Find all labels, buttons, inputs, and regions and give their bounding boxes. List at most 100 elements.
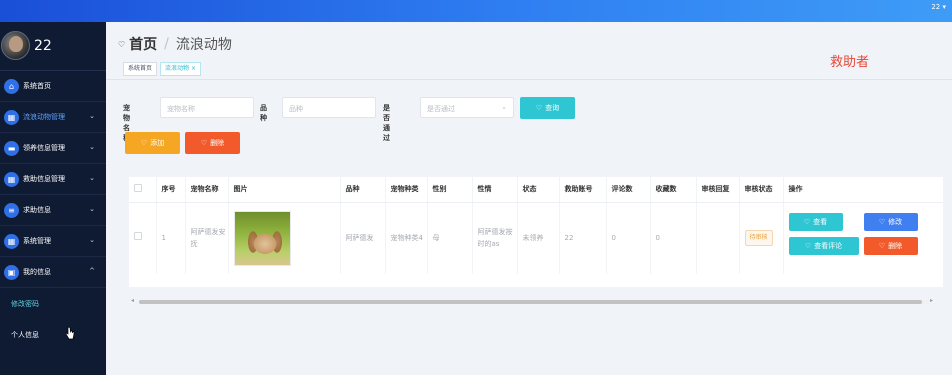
breed-label: 品种 <box>260 104 267 122</box>
avatar[interactable] <box>1 31 30 60</box>
sidebar-item-label: 救助信息管理 <box>23 175 65 183</box>
cell-gender: 母 <box>427 202 473 274</box>
cell-reply <box>696 202 740 274</box>
breed-input[interactable]: 品种 <box>282 97 376 118</box>
sidebar-subitem[interactable]: 修改密码 <box>0 288 106 319</box>
sidebar-item[interactable]: ≡ 求助信息 ⌄ <box>0 195 106 226</box>
divider <box>106 79 952 80</box>
scrollbar-thumb[interactable] <box>139 300 922 304</box>
sidebar-subitem[interactable]: 个人信息 <box>0 319 106 350</box>
search-button[interactable]: ♡ 查询 <box>520 97 575 119</box>
column-header: 性别 <box>427 177 473 203</box>
close-icon[interactable]: × <box>191 65 196 72</box>
delete-button-label: 删除 <box>210 139 225 147</box>
column-header: 审核状态 <box>739 177 784 203</box>
role-label: 救助者 <box>830 55 870 70</box>
heart-icon: ♡ <box>878 218 886 227</box>
ticket-icon: ▬ <box>4 140 19 156</box>
tab-stray-animals[interactable]: 流浪动物 × <box>160 62 202 76</box>
delete-button[interactable]: ♡ 删除 <box>185 132 240 154</box>
chevron-down-icon: ⌄ <box>89 174 95 182</box>
heart-icon: ♡ <box>140 139 148 147</box>
edit-button[interactable]: ♡ 修改 <box>863 213 918 232</box>
column-header: 评论数 <box>606 177 651 203</box>
sidebar-item-label: 我的信息 <box>23 268 51 276</box>
sidebar-header: 22 <box>0 22 106 71</box>
tab-home[interactable]: 系统首页 <box>123 62 158 76</box>
sidebar-item-label: 系统管理 <box>23 237 51 245</box>
cell-index: 1 <box>156 202 186 274</box>
select-all-checkbox[interactable] <box>134 184 142 193</box>
heart-icon: ♡ <box>118 39 126 49</box>
calendar-icon: ▣ <box>4 264 19 280</box>
sidebar-submenu: 修改密码 个人信息 <box>0 288 106 350</box>
chevron-down-icon: ⌄ <box>501 103 507 111</box>
sidebar-item[interactable]: ▦ 流浪动物管理 ⌄ <box>0 102 106 133</box>
select-all-checkbox-cell <box>129 177 157 203</box>
cell-pet-name: 阿萨德发安抚 <box>185 202 229 274</box>
grid-icon: ▦ <box>4 109 19 125</box>
table-header-row: 序号 宠物名称 图片 品种 宠物种类 性别 性情 状态 救助账号 评论数 收藏数… <box>129 177 943 203</box>
approved-select[interactable]: 是否通过 ⌄ <box>420 97 514 118</box>
pet-image <box>233 210 291 266</box>
page-title: ♡ 首页 / 流浪动物 <box>118 34 232 54</box>
sidebar: 22 ⌂ 系统首页 ▦ 流浪动物管理 ⌄ ▬ 领养信息管理 ⌄ ▦ 救助信息管理 ⌄ ≡ 求助信息 ⌄ ▦ 系… <box>0 22 106 375</box>
heart-icon: ♡ <box>535 104 543 112</box>
sidebar-item-label: 领养信息管理 <box>23 144 65 152</box>
sidebar-item[interactable]: ▦ 救助信息管理 ⌄ <box>0 164 106 195</box>
breadcrumb-separator: / <box>164 36 169 52</box>
mouse-pointer-icon <box>65 326 75 340</box>
heart-icon: ♡ <box>804 242 812 251</box>
cell-account: 22 <box>559 202 607 274</box>
cell-status: 未领养 <box>517 202 560 274</box>
column-header: 性情 <box>472 177 518 203</box>
breadcrumb-current: 流浪动物 <box>175 37 232 53</box>
sidebar-item-label: 系统首页 <box>23 82 51 90</box>
add-button-label: 添加 <box>150 139 165 147</box>
column-header: 序号 <box>156 177 186 203</box>
column-header: 宠物名称 <box>185 177 229 203</box>
tab-home-label: 系统首页 <box>128 65 153 72</box>
sidebar-item-label: 流浪动物管理 <box>23 113 65 121</box>
scroll-left-icon[interactable]: ◂ <box>131 297 134 304</box>
home-icon: ⌂ <box>4 78 19 94</box>
edit-button-label: 修改 <box>888 218 903 227</box>
chevron-down-icon: ⌄ <box>89 236 95 244</box>
top-user-menu[interactable]: 22 ▾ <box>931 3 946 11</box>
heart-icon: ♡ <box>878 242 886 251</box>
column-header: 救助账号 <box>559 177 607 203</box>
main-content: ♡ 首页 / 流浪动物 救助者 系统首页 流浪动物× 宠物名称 宠物名称 品种 … <box>106 22 952 375</box>
cell-audit-status: 待审核 <box>739 202 784 274</box>
heart-icon: ♡ <box>200 139 208 147</box>
heart-icon: ♡ <box>803 218 811 227</box>
view-comments-button[interactable]: ♡ 查看评论 <box>788 237 859 256</box>
column-header: 图片 <box>228 177 341 203</box>
top-bar: 22 ▾ <box>0 0 952 22</box>
horizontal-scrollbar[interactable]: ◂ ▸ <box>129 297 943 307</box>
row-checkbox-cell <box>129 202 157 274</box>
grid-icon: ▦ <box>4 171 19 187</box>
sidebar-item[interactable]: ▦ 系统管理 ⌄ <box>0 226 106 257</box>
row-delete-button[interactable]: ♡ 删除 <box>863 237 918 256</box>
column-header: 品种 <box>340 177 386 203</box>
sidebar-item[interactable]: ▬ 领养信息管理 ⌄ <box>0 133 106 164</box>
cell-image <box>228 202 341 274</box>
column-header: 收藏数 <box>650 177 697 203</box>
data-table: 序号 宠物名称 图片 品种 宠物种类 性别 性情 状态 救助账号 评论数 收藏数… <box>129 177 943 287</box>
view-button[interactable]: ♡ 查看 <box>788 213 843 232</box>
column-header: 审核回复 <box>696 177 740 203</box>
scroll-right-icon[interactable]: ▸ <box>930 297 933 304</box>
add-button[interactable]: ♡ 添加 <box>125 132 180 154</box>
sidebar-item[interactable]: ▣ 我的信息 ^ <box>0 257 106 288</box>
sidebar-username: 22 <box>34 38 52 54</box>
breadcrumb-home[interactable]: 首页 <box>129 34 157 54</box>
tag-tabs: 系统首页 流浪动物 × <box>123 62 202 76</box>
column-header: 宠物种类 <box>385 177 428 203</box>
row-checkbox[interactable] <box>134 232 142 241</box>
sidebar-item-label: 求助信息 <box>23 206 51 214</box>
cell-favorites: 0 <box>650 202 697 274</box>
pet-name-input[interactable]: 宠物名称 <box>160 97 254 118</box>
cell-temperament: 阿萨德发按时的as <box>472 202 518 274</box>
sidebar-item[interactable]: ⌂ 系统首页 <box>0 71 106 102</box>
view-comments-button-label: 查看评论 <box>814 242 843 251</box>
